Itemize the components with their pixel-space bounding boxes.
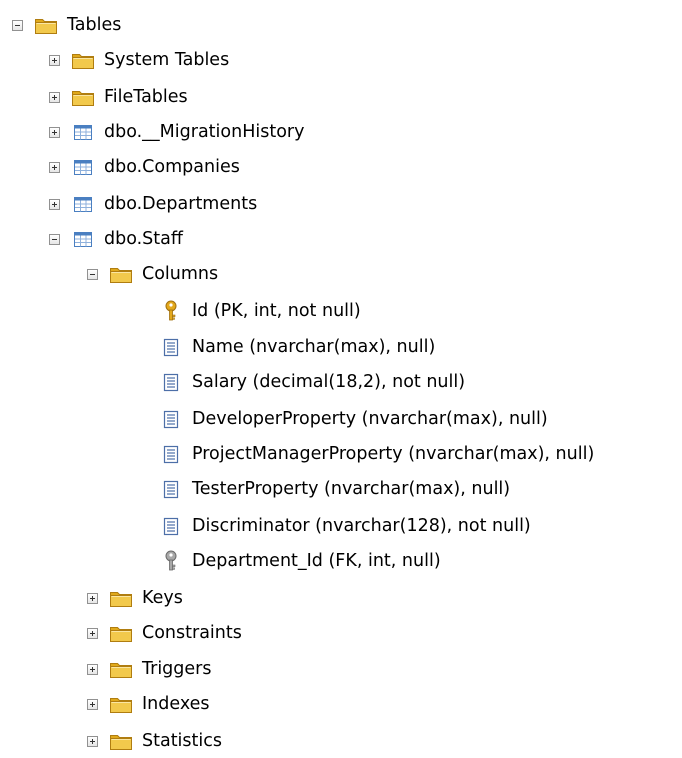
expand-icon[interactable] bbox=[49, 54, 60, 66]
collapse-icon[interactable] bbox=[12, 19, 23, 31]
tree-node-label: dbo.Staff bbox=[104, 229, 183, 249]
tree-node-label: Name (nvarchar(max), null) bbox=[192, 337, 436, 357]
primary-key-icon bbox=[159, 299, 183, 323]
expand-icon[interactable] bbox=[87, 735, 98, 747]
tree-node-column-project-manager-property[interactable]: ProjectManagerProperty (nvarchar(max), n… bbox=[159, 439, 594, 469]
column-icon bbox=[159, 477, 183, 501]
tree-node-column-salary[interactable]: Salary (decimal(18,2), not null) bbox=[159, 367, 465, 397]
table-icon bbox=[71, 155, 95, 179]
tree-node-label: Statistics bbox=[142, 731, 222, 751]
table-icon bbox=[71, 120, 95, 144]
folder-icon bbox=[109, 729, 133, 753]
tree-node-label: Indexes bbox=[142, 694, 210, 714]
table-icon bbox=[71, 192, 95, 216]
expand-icon[interactable] bbox=[87, 663, 98, 675]
tree-node-column-department-id[interactable]: Department_Id (FK, int, null) bbox=[159, 546, 441, 576]
tree-node-departments[interactable]: dbo.Departments bbox=[49, 189, 257, 219]
expand-icon[interactable] bbox=[87, 627, 98, 639]
tree-node-label: dbo.Departments bbox=[104, 194, 258, 214]
tree-node-label: Salary (decimal(18,2), not null) bbox=[192, 372, 466, 392]
tree-node-tables[interactable]: Tables bbox=[12, 10, 121, 40]
tree-node-staff[interactable]: dbo.Staff bbox=[49, 224, 183, 254]
tree-node-label: System Tables bbox=[104, 50, 230, 70]
folder-icon bbox=[109, 692, 133, 716]
expand-icon[interactable] bbox=[87, 698, 98, 710]
expand-icon[interactable] bbox=[49, 161, 60, 173]
tree-node-constraints[interactable]: Constraints bbox=[87, 618, 242, 648]
collapse-icon[interactable] bbox=[87, 268, 98, 280]
column-icon bbox=[159, 407, 183, 431]
tree-node-triggers[interactable]: Triggers bbox=[87, 654, 211, 684]
tree-node-column-discriminator[interactable]: Discriminator (nvarchar(128), not null) bbox=[159, 511, 531, 541]
tree-node-label: Columns bbox=[142, 264, 219, 284]
expand-icon[interactable] bbox=[87, 592, 98, 604]
tree-node-label: Id (PK, int, not null) bbox=[192, 301, 361, 321]
tree-node-label: FileTables bbox=[104, 87, 188, 107]
folder-icon bbox=[109, 657, 133, 681]
tree-node-column-name[interactable]: Name (nvarchar(max), null) bbox=[159, 332, 435, 362]
tree-node-filetables[interactable]: FileTables bbox=[49, 82, 188, 112]
tree-node-system-tables[interactable]: System Tables bbox=[49, 45, 229, 75]
tree-node-label: ProjectManagerProperty (nvarchar(max), n… bbox=[192, 444, 595, 464]
tree-node-label: Triggers bbox=[142, 659, 212, 679]
tree-node-label: dbo.__MigrationHistory bbox=[104, 122, 305, 142]
tree-node-label: Constraints bbox=[142, 623, 242, 643]
folder-icon bbox=[109, 586, 133, 610]
expand-icon[interactable] bbox=[49, 91, 60, 103]
column-icon bbox=[159, 335, 183, 359]
tree-node-keys[interactable]: Keys bbox=[87, 583, 183, 613]
folder-icon bbox=[71, 48, 95, 72]
expand-icon[interactable] bbox=[49, 198, 60, 210]
tree-node-label: dbo.Companies bbox=[104, 157, 240, 177]
tree-node-indexes[interactable]: Indexes bbox=[87, 689, 210, 719]
tree-node-statistics[interactable]: Statistics bbox=[87, 726, 222, 756]
object-explorer-tree: Tables System Tables FileTables dbo.__Mi… bbox=[0, 0, 682, 758]
tree-node-column-id[interactable]: Id (PK, int, not null) bbox=[159, 296, 361, 326]
tree-node-companies[interactable]: dbo.Companies bbox=[49, 152, 240, 182]
column-icon bbox=[159, 442, 183, 466]
tree-node-label: TesterProperty (nvarchar(max), null) bbox=[192, 479, 511, 499]
collapse-icon[interactable] bbox=[49, 233, 60, 245]
folder-icon bbox=[109, 262, 133, 286]
folder-icon bbox=[71, 85, 95, 109]
foreign-key-icon bbox=[159, 549, 183, 573]
folder-icon bbox=[34, 13, 58, 37]
tree-node-column-tester-property[interactable]: TesterProperty (nvarchar(max), null) bbox=[159, 474, 510, 504]
table-icon bbox=[71, 227, 95, 251]
tree-node-columns[interactable]: Columns bbox=[87, 259, 218, 289]
tree-node-label: Discriminator (nvarchar(128), not null) bbox=[192, 516, 531, 536]
folder-icon bbox=[109, 621, 133, 645]
expand-icon[interactable] bbox=[49, 126, 60, 138]
tree-node-label: Keys bbox=[142, 588, 183, 608]
tree-node-label: DeveloperProperty (nvarchar(max), null) bbox=[192, 409, 548, 429]
column-icon bbox=[159, 370, 183, 394]
tree-node-column-developer-property[interactable]: DeveloperProperty (nvarchar(max), null) bbox=[159, 404, 548, 434]
tree-node-label: Department_Id (FK, int, null) bbox=[192, 551, 441, 571]
tree-node-label: Tables bbox=[67, 15, 122, 35]
tree-node-migration-history[interactable]: dbo.__MigrationHistory bbox=[49, 117, 304, 147]
column-icon bbox=[159, 514, 183, 538]
